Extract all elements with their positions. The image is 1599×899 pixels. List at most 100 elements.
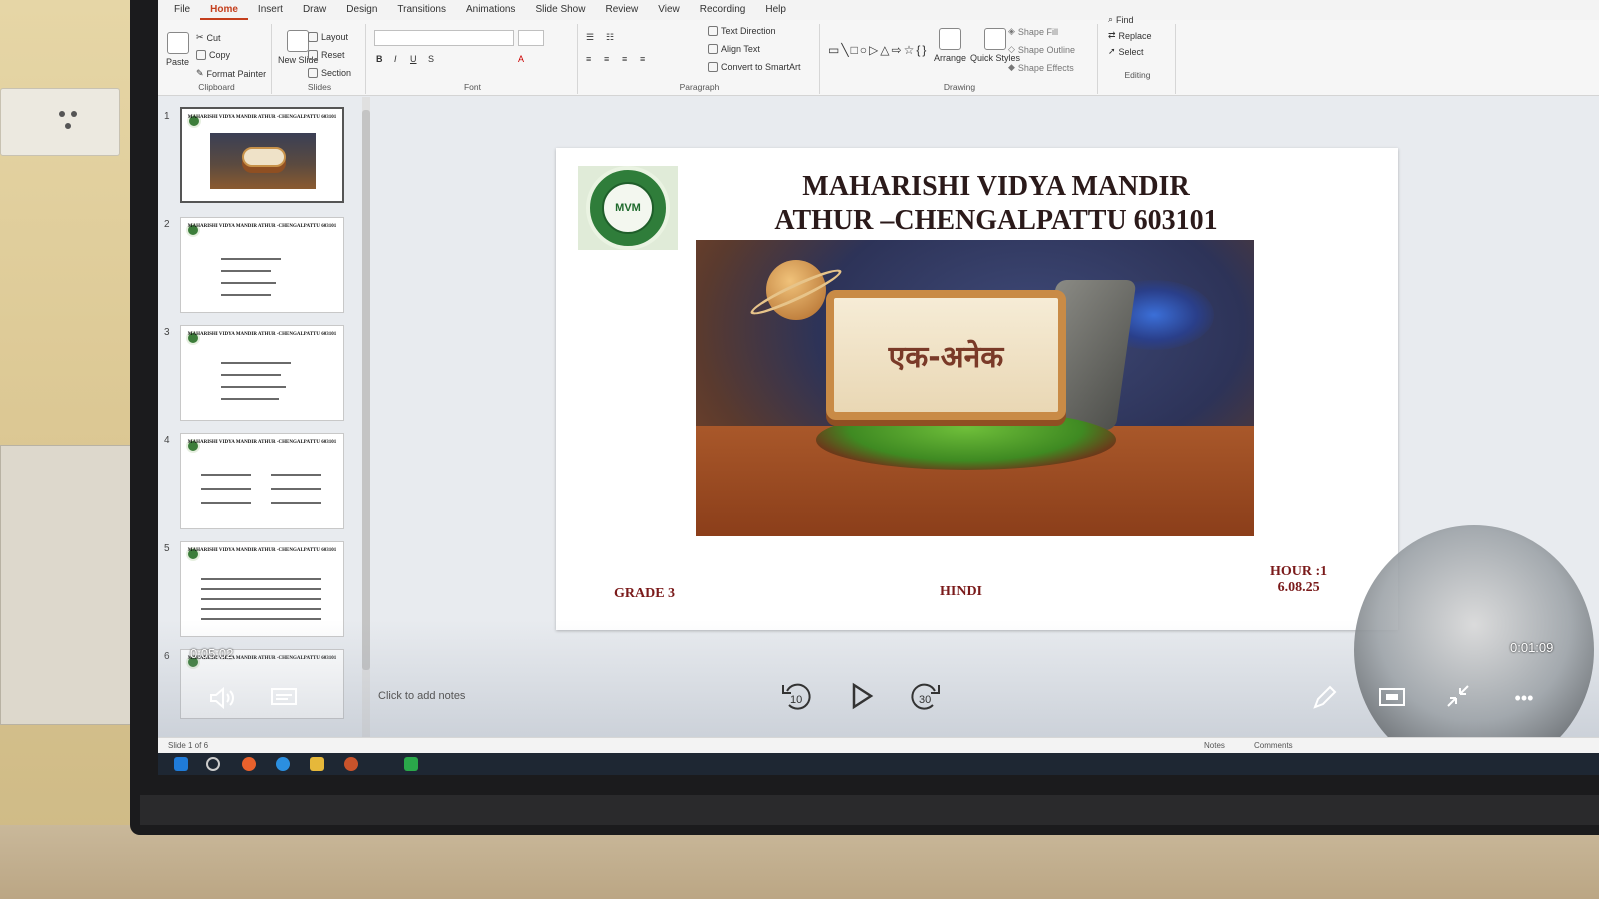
thumbnail-slide-2[interactable]: MAHARISHI VIDYA MANDIR ATHUR -CHENGALPAT… [180,217,344,313]
ellipsis-icon: ••• [1514,687,1534,708]
thumb-number: 4 [164,435,170,446]
desk [0,825,1599,899]
rewind-button[interactable]: 10 [776,676,816,716]
font-color-button[interactable]: A [518,54,524,64]
reset-icon [308,50,318,60]
font-size-box[interactable] [518,30,544,46]
search-icon[interactable] [206,757,220,771]
select-button[interactable]: ➚ Select [1108,46,1144,57]
notes-placeholder[interactable]: Click to add notes [378,690,465,702]
replace-button[interactable]: ⇄ Replace [1108,30,1152,41]
bold-button[interactable]: B [376,54,383,64]
align-left-button[interactable]: ≡ [586,54,591,64]
screen-share-button[interactable] [1374,680,1410,716]
arrange-button[interactable]: Arrange [934,28,966,63]
align-center-button[interactable]: ≡ [604,54,609,64]
shapes-gallery[interactable]: ▭╲□○▷△⇨☆{} [828,28,928,72]
thumb-number: 3 [164,327,170,338]
wall-box [0,445,140,725]
strikethrough-button[interactable]: S [428,54,434,64]
italic-button[interactable]: I [394,54,397,64]
thumbnails-scroll-thumb[interactable] [362,110,370,670]
shape-outline-button[interactable]: ◇ Shape Outline [1008,44,1075,55]
search-icon: ⌕ [1108,14,1114,24]
tab-draw[interactable]: Draw [293,0,336,20]
play-button[interactable] [842,676,882,716]
status-bar: Slide 1 of 6 Notes Comments [158,737,1599,753]
thumbnail-slide-1[interactable]: MAHARISHI VIDYA MANDIR ATHUR -CHENGALPAT… [180,107,344,203]
tab-review[interactable]: Review [595,0,648,20]
tab-home[interactable]: Home [200,0,248,20]
windows-start-icon[interactable] [174,757,188,771]
justify-button[interactable]: ≡ [640,54,645,64]
rewind-icon: 10 [782,683,811,710]
thumb-number: 1 [164,111,170,122]
section-icon [308,68,318,78]
tab-insert[interactable]: Insert [248,0,293,20]
volume-button[interactable] [206,682,238,714]
editing-label: Editing [1124,70,1151,80]
minimize-button[interactable] [1440,678,1476,714]
numbering-button[interactable]: ☷ [606,32,614,43]
align-left-icon: ≡ [586,54,592,64]
tab-design[interactable]: Design [336,0,387,20]
comments-toggle[interactable]: Comments [1254,741,1293,750]
powerpoint-icon[interactable] [344,757,358,771]
thumbnail-slide-4[interactable]: MAHARISHI VIDYA MANDIR ATHUR -CHENGALPAT… [180,433,344,529]
subtitles-button[interactable] [268,682,300,714]
tab-file[interactable]: File [164,0,200,20]
paragraph-label: Paragraph [679,82,720,92]
edge-icon[interactable] [276,757,290,771]
pen-button[interactable] [1306,680,1342,716]
tab-help[interactable]: Help [755,0,796,20]
tab-animations[interactable]: Animations [456,0,525,20]
thumb-title: MAHARISHI VIDYA MANDIR ATHUR -CHENGALPAT… [187,440,337,445]
thumb-title: MAHARISHI VIDYA MANDIR ATHUR -CHENGALPAT… [187,224,337,229]
section-button[interactable]: Section [308,68,351,78]
captions-icon [271,688,297,705]
forward-button[interactable]: 30 [906,676,946,716]
shape-effects-button[interactable]: ◆ Shape Effects [1008,62,1074,73]
ribbon: Paste ✂ Cut Copy ✎ Format Painter Clipboar… [158,14,1599,96]
tab-transitions[interactable]: Transitions [387,0,456,20]
format-painter-button[interactable]: ✎ Format Painter [196,68,266,79]
align-right-button[interactable]: ≡ [622,54,627,64]
collapse-icon [1447,685,1469,707]
paste-button[interactable]: Paste [166,32,189,67]
slide-canvas[interactable]: MVM MAHARISHI VIDYA MANDIR ATHUR –CHENGA… [556,148,1398,630]
more-options-button[interactable]: ••• [1506,680,1542,716]
monitor-bottom-bar [140,795,1599,825]
app-icon[interactable] [404,757,418,771]
file-explorer-icon[interactable] [310,757,324,771]
convert-smartart-button[interactable]: Convert to SmartArt [708,62,801,72]
bullets-button[interactable]: ☰ [586,32,594,43]
reset-button[interactable]: Reset [308,50,345,60]
align-text-button[interactable]: Align Text [708,44,760,54]
fill-icon: ◈ [1008,26,1015,36]
tab-slide-show[interactable]: Slide Show [525,0,595,20]
forward-icon: 30 [911,683,940,710]
tab-recording[interactable]: Recording [690,0,756,20]
notes-toggle[interactable]: Notes [1204,741,1225,750]
grade-label: GRADE 3 [614,586,676,601]
layout-button[interactable]: Layout [308,32,348,42]
cut-button[interactable]: ✂ Cut [196,32,221,43]
shape-fill-button[interactable]: ◈ Shape Fill [1008,26,1058,37]
thumb-title: MAHARISHI VIDYA MANDIR ATHUR -CHENGALPAT… [187,115,337,120]
align-right-icon: ≡ [622,54,628,64]
tab-view[interactable]: View [648,0,690,20]
find-button[interactable]: ⌕ Find [1108,14,1134,25]
align-center-icon: ≡ [604,54,610,64]
thumb-number: 5 [164,543,170,554]
editing-group: ⌕ Find ⇄ Replace ➚ Select Editing [1100,14,1176,94]
underline-button[interactable]: U [410,54,417,64]
firefox-icon[interactable] [242,757,256,771]
slides-label: Slides [307,82,332,92]
thumbnail-slide-3[interactable]: MAHARISHI VIDYA MANDIR ATHUR -CHENGALPAT… [180,325,344,421]
text-direction-button[interactable]: Text Direction [708,26,776,36]
thumb-number: 2 [164,219,170,230]
smartart-icon [708,62,718,72]
copy-button[interactable]: Copy [196,50,230,60]
font-label: Font [463,82,481,92]
font-name-box[interactable] [374,30,514,46]
